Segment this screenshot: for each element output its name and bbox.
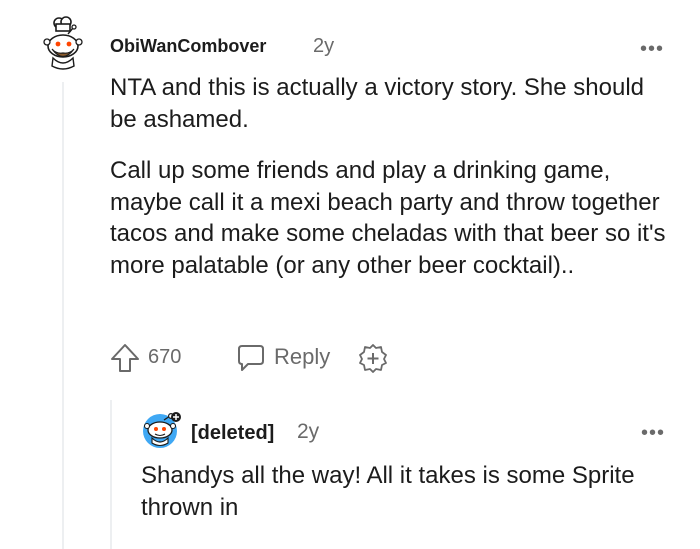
avatar[interactable] [140, 409, 184, 451]
comment-paragraph: NTA and this is actually a victory story… [110, 74, 645, 133]
avatar[interactable] [38, 16, 88, 72]
more-options-icon[interactable]: ••• [641, 423, 665, 443]
more-options-icon[interactable]: ••• [640, 39, 664, 59]
reply-icon[interactable] [234, 341, 268, 375]
reply-comment: [deleted] 2y ••• Shandys all the way! Al… [110, 400, 700, 549]
reply-username[interactable]: [deleted] [191, 422, 274, 445]
reply-thread-line[interactable] [110, 400, 112, 549]
snoo-avatar-icon [43, 16, 83, 70]
reply-text: Shandys all the way! All it takes is som… [141, 462, 635, 521]
comment-paragraph: Call up some friends and play a drinking… [110, 157, 666, 279]
award-icon[interactable] [358, 343, 388, 373]
upvote-icon[interactable] [108, 341, 142, 375]
reply-age: 2y [297, 420, 320, 443]
thread-line[interactable] [62, 82, 64, 549]
comment-username[interactable]: ObiWanCombover [110, 36, 266, 57]
reply-button[interactable]: Reply [274, 344, 330, 370]
deleted-user-avatar-icon [143, 412, 181, 448]
vote-count: 670 [148, 346, 182, 368]
comment-age: 2y [313, 35, 335, 57]
